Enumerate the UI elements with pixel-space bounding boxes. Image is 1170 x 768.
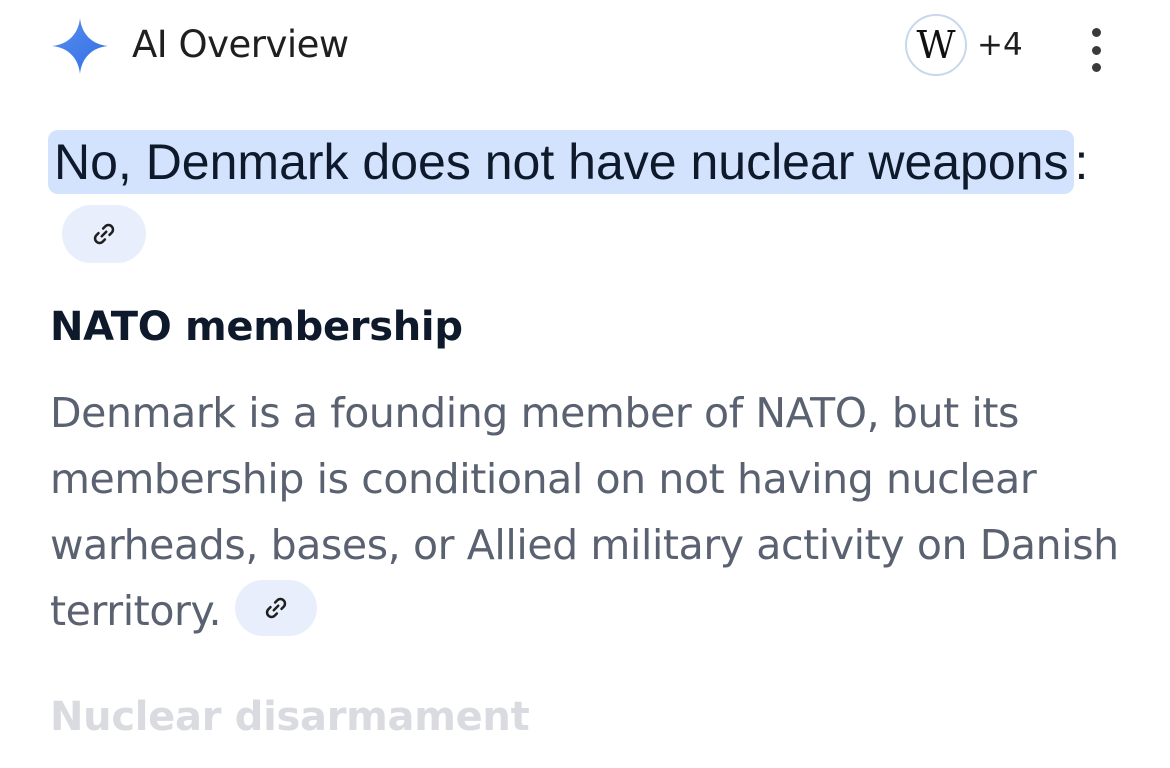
section-body-text: Denmark is a founding member of NATO, bu… [50, 389, 1119, 635]
section-body-nato: Denmark is a founding member of NATO, bu… [50, 380, 1140, 644]
section-link-chip[interactable] [235, 580, 318, 636]
wikipedia-icon: W [905, 14, 967, 76]
section-heading-nato: NATO membership [50, 304, 463, 350]
source-link-chip[interactable] [62, 204, 146, 263]
answer-punctuation: : [1074, 134, 1089, 190]
ai-overview-header: AI Overview W +4 [0, 0, 1170, 96]
source-count: +4 [977, 27, 1023, 63]
more-vert-icon [1091, 28, 1101, 37]
more-options-button[interactable] [1078, 28, 1114, 72]
section-heading-nuclear-disarmament: Nuclear disarmament [50, 694, 530, 740]
gemini-sparkle-icon [52, 18, 108, 74]
highlighted-answer: No, Denmark does not have nuclear weapon… [48, 130, 1075, 194]
link-icon [93, 223, 115, 244]
ai-overview-title: AI Overview [132, 23, 349, 66]
link-icon [265, 597, 287, 619]
sources-button[interactable]: W +4 [905, 12, 1023, 78]
overview-answer: No, Denmark does not have nuclear weapon… [48, 126, 1138, 270]
